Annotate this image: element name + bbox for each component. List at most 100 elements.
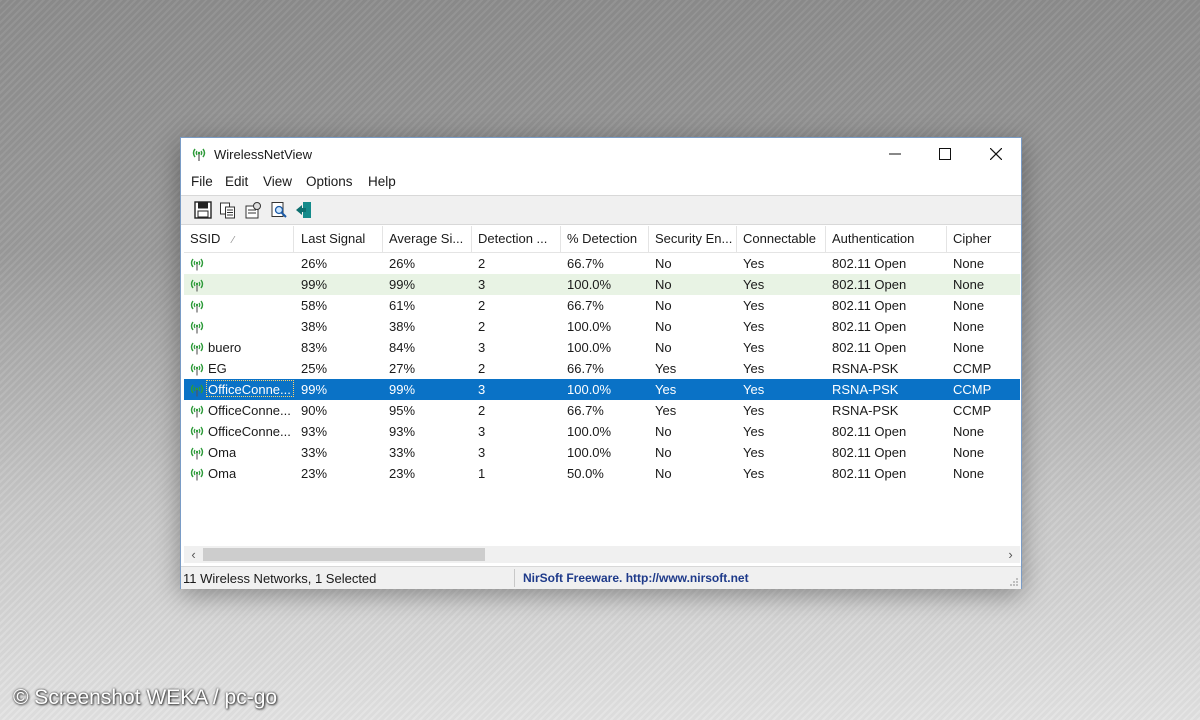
- col-connectable[interactable]: Connectable: [737, 226, 826, 252]
- table-row[interactable]: 99% 99% 3 100.0% No Yes 802.11 Open None: [184, 274, 1020, 295]
- col-ssid[interactable]: SSID ⁄: [184, 226, 294, 252]
- table-row[interactable]: 26% 26% 2 66.7% No Yes 802.11 Open None: [184, 253, 1020, 274]
- cell-detection-percent: 66.7%: [567, 361, 604, 376]
- cell-ssid: [184, 253, 294, 274]
- cell-connectable: Yes: [743, 424, 765, 439]
- wireless-antenna-icon: [190, 146, 208, 162]
- cell-security-enabled: No: [655, 340, 672, 355]
- horizontal-scrollbar[interactable]: ‹ ›: [184, 546, 1020, 563]
- table-row[interactable]: Oma 23% 23% 1 50.0% No Yes 802.11 Open None: [184, 463, 1020, 484]
- cell-security-enabled: No: [655, 424, 672, 439]
- cell-security-enabled: No: [655, 445, 672, 460]
- cell-cipher: CCMP: [953, 382, 992, 397]
- ssid-label: OfficeConne...: [208, 382, 291, 397]
- properties-icon[interactable]: [242, 199, 264, 221]
- scroll-right-icon[interactable]: ›: [1002, 546, 1019, 563]
- col-last-signal[interactable]: Last Signal: [295, 226, 383, 252]
- scrollbar-thumb[interactable]: [203, 548, 485, 561]
- cell-cipher: None: [953, 277, 985, 292]
- cell-detection-count: 2: [478, 298, 486, 313]
- cell-connectable: Yes: [743, 403, 765, 418]
- cell-detection-percent: 100.0%: [567, 277, 612, 292]
- cell-average-signal: 26%: [389, 256, 416, 271]
- screenshot-credit: © Screenshot WEKA / pc-go: [13, 686, 278, 709]
- menu-bar: File Edit View Options Help: [181, 170, 1021, 194]
- wireless-antenna-icon: [188, 319, 206, 334]
- wireless-antenna-icon: [188, 277, 206, 292]
- table-row[interactable]: OfficeConne... 99% 99% 3 100.0% Yes Yes RSNA-PS…: [184, 379, 1020, 400]
- cell-authentication: 802.11 Open: [832, 340, 907, 355]
- cell-ssid: EG: [184, 358, 294, 379]
- cell-authentication: RSNA-PSK: [832, 403, 899, 418]
- cell-last-signal: 33%: [301, 445, 328, 460]
- cell-cipher: CCMP: [953, 361, 992, 376]
- cell-authentication: 802.11 Open: [832, 277, 907, 292]
- cell-authentication: 802.11 Open: [832, 466, 907, 481]
- cell-connectable: Yes: [743, 361, 765, 376]
- cell-connectable: Yes: [743, 298, 765, 313]
- menu-help[interactable]: Help: [366, 174, 398, 189]
- cell-authentication: 802.11 Open: [832, 298, 907, 313]
- cell-detection-count: 2: [478, 361, 486, 376]
- menu-options[interactable]: Options: [304, 174, 355, 189]
- cell-connectable: Yes: [743, 382, 765, 397]
- nirsoft-link[interactable]: NirSoft Freeware. http://www.nirsoft.net: [523, 571, 749, 585]
- wireless-antenna-icon: [188, 361, 206, 376]
- cell-detection-percent: 100.0%: [567, 445, 612, 460]
- table-row[interactable]: EG 25% 27% 2 66.7% Yes Yes RSNA-PSK CCMP: [184, 358, 1020, 379]
- networks-list[interactable]: SSID ⁄ Last Signal Average Si... Detectio…: [184, 226, 1020, 548]
- cell-cipher: None: [953, 319, 985, 334]
- save-icon[interactable]: [192, 199, 214, 221]
- cell-ssid: [184, 274, 294, 295]
- cell-ssid: OfficeConne...: [184, 421, 294, 442]
- col-cipher[interactable]: Cipher: [947, 226, 1020, 252]
- exit-icon[interactable]: [293, 199, 315, 221]
- resize-grip-icon[interactable]: [1009, 577, 1019, 587]
- cell-detection-count: 3: [478, 277, 486, 292]
- table-row[interactable]: OfficeConne... 90% 95% 2 66.7% Yes Yes RSNA-PSK…: [184, 400, 1020, 421]
- cell-average-signal: 61%: [389, 298, 416, 313]
- table-row[interactable]: OfficeConne... 93% 93% 3 100.0% No Yes 802.11 O…: [184, 421, 1020, 442]
- maximize-button[interactable]: [922, 138, 968, 170]
- wireless-antenna-icon: [188, 445, 206, 460]
- cell-cipher: None: [953, 340, 985, 355]
- cell-connectable: Yes: [743, 466, 765, 481]
- status-count: 11 Wireless Networks, 1 Selected: [183, 571, 377, 586]
- table-row[interactable]: Oma 33% 33% 3 100.0% No Yes 802.11 Open None: [184, 442, 1020, 463]
- col-average-signal[interactable]: Average Si...: [383, 226, 472, 252]
- cell-last-signal: 93%: [301, 424, 328, 439]
- col-detection-count[interactable]: Detection ...: [472, 226, 561, 252]
- col-detection-percent[interactable]: % Detection: [561, 226, 649, 252]
- cell-detection-count: 3: [478, 445, 486, 460]
- ssid-label: OfficeConne...: [208, 424, 291, 439]
- cell-authentication: RSNA-PSK: [832, 361, 899, 376]
- scroll-left-icon[interactable]: ‹: [185, 546, 202, 563]
- close-button[interactable]: [973, 138, 1019, 170]
- cell-security-enabled: Yes: [655, 361, 677, 376]
- table-row[interactable]: 38% 38% 2 100.0% No Yes 802.11 Open None: [184, 316, 1020, 337]
- cell-detection-count: 3: [478, 382, 486, 397]
- cell-detection-percent: 100.0%: [567, 319, 612, 334]
- col-authentication[interactable]: Authentication: [826, 226, 947, 252]
- wireless-antenna-icon: [188, 340, 206, 355]
- cell-last-signal: 23%: [301, 466, 328, 481]
- cell-cipher: None: [953, 298, 985, 313]
- cell-last-signal: 90%: [301, 403, 328, 418]
- col-security-enabled[interactable]: Security En...: [649, 226, 737, 252]
- cell-security-enabled: No: [655, 319, 672, 334]
- cell-average-signal: 38%: [389, 319, 416, 334]
- cell-security-enabled: No: [655, 277, 672, 292]
- find-icon[interactable]: [268, 199, 290, 221]
- title-bar[interactable]: WirelessNetView: [181, 138, 1021, 170]
- table-row[interactable]: buero 83% 84% 3 100.0% No Yes 802.11 Open None: [184, 337, 1020, 358]
- minimize-button[interactable]: [872, 138, 918, 170]
- cell-detection-percent: 66.7%: [567, 403, 604, 418]
- menu-edit[interactable]: Edit: [223, 174, 250, 189]
- cell-detection-percent: 66.7%: [567, 256, 604, 271]
- table-row[interactable]: 58% 61% 2 66.7% No Yes 802.11 Open None: [184, 295, 1020, 316]
- menu-file[interactable]: File: [189, 174, 215, 189]
- ssid-label: Oma: [208, 445, 237, 460]
- copy-icon[interactable]: [217, 199, 239, 221]
- list-header: SSID ⁄ Last Signal Average Si... Detectio…: [184, 226, 1020, 253]
- menu-view[interactable]: View: [261, 174, 294, 189]
